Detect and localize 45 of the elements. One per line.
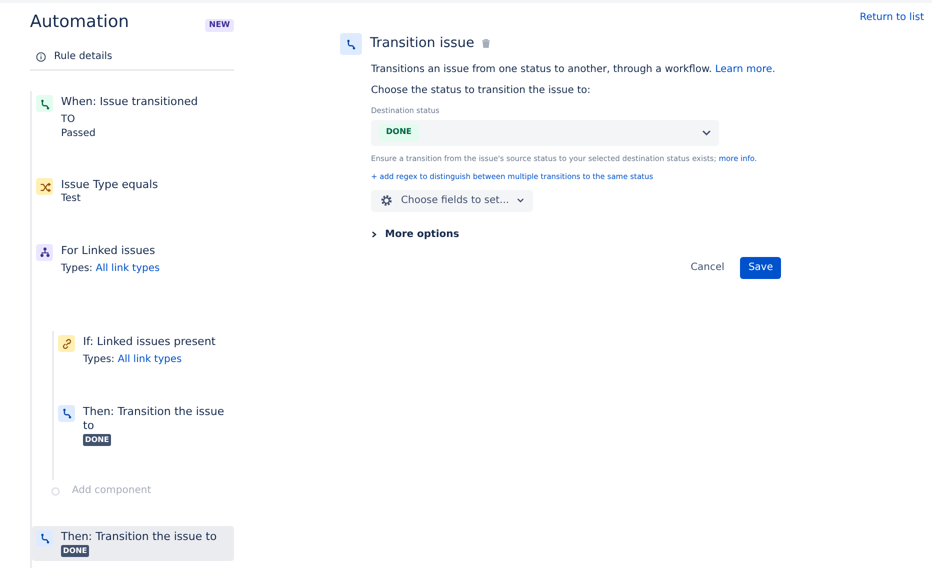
shuffle-icon <box>36 178 53 196</box>
step-title: Then: Transition the issue to <box>83 404 226 433</box>
rule-step[interactable]: For Linked issues Types: All link types <box>32 240 234 280</box>
step-title: If: Linked issues present <box>83 335 216 350</box>
transition-icon <box>58 404 75 422</box>
status-lozenge: DONE <box>379 124 419 142</box>
rule-step[interactable]: Issue Type equals Test <box>32 174 234 210</box>
step-detail: Types: <box>61 262 94 274</box>
link-types-link[interactable]: All link types <box>118 354 182 366</box>
new-badge: NEW <box>205 19 234 32</box>
step-detail: Test <box>61 192 82 206</box>
settings-icon <box>380 194 393 208</box>
step-title: Issue Type equals <box>61 178 158 192</box>
info-icon <box>36 52 46 62</box>
chevron-down-icon <box>702 130 711 136</box>
prompt-text: Choose the status to transition the issue to: <box>371 84 592 98</box>
step-title: When: Issue transitioned <box>61 95 198 110</box>
step-title: For Linked issues <box>61 244 156 258</box>
rule-details-link[interactable]: Rule details <box>54 50 112 64</box>
link-icon <box>58 335 75 352</box>
more-options-toggle[interactable]: More options <box>371 228 460 242</box>
step-detail: Types: <box>83 354 116 366</box>
transition-icon <box>36 530 53 547</box>
status-dropdown[interactable]: DONE <box>371 120 719 146</box>
panel-title: Transition issue <box>370 34 474 53</box>
description-text: Transitions an issue from one status to another, through a workflow. <box>371 64 713 74</box>
step-detail: Passed <box>61 126 97 140</box>
learn-more-link[interactable]: Learn more. <box>715 64 776 74</box>
choose-fields-button[interactable]: Choose fields to set... <box>371 190 534 212</box>
step-title: Then: Transition the issue to <box>61 530 217 544</box>
link-types-link[interactable]: All link types <box>96 262 160 274</box>
rule-step[interactable]: If: Linked issues present Types: All link types <box>54 331 234 371</box>
add-circle-icon <box>51 486 60 496</box>
trash-icon[interactable] <box>482 39 490 48</box>
page-title: Automation <box>30 11 130 34</box>
cancel-button[interactable]: Cancel <box>682 257 732 279</box>
chevron-down-icon <box>517 198 524 204</box>
chevron-right-icon <box>371 231 377 238</box>
save-button[interactable]: Save <box>740 257 781 279</box>
transition-icon <box>340 32 362 54</box>
hierarchy-icon <box>36 244 53 261</box>
step-detail: TO <box>61 113 76 127</box>
transition-icon <box>36 95 53 112</box>
rule-step[interactable]: When: Issue transitioned TO Passed <box>32 91 234 144</box>
return-to-list-link[interactable]: Return to list <box>860 11 924 24</box>
